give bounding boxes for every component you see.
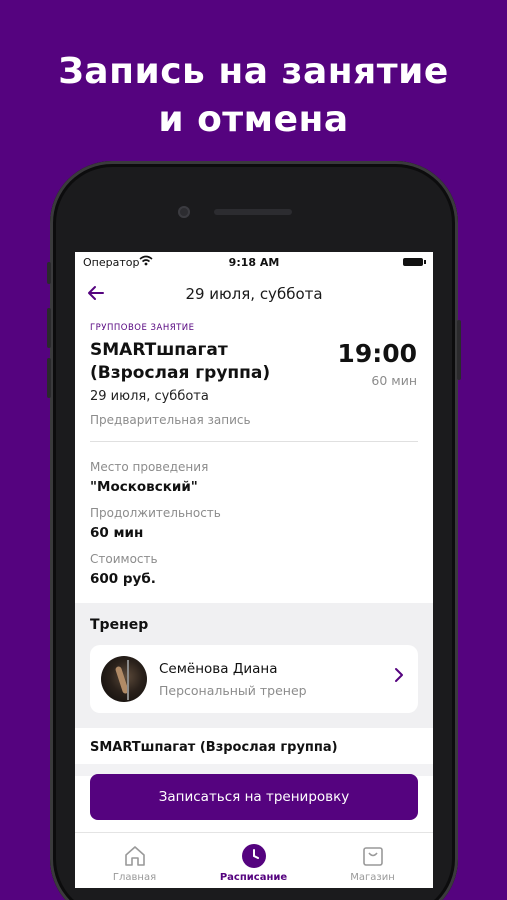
trainer-avatar <box>101 656 147 702</box>
tab-bar: Главная Расписание Магазин <box>75 832 433 888</box>
tab-home-label: Главная <box>112 872 157 883</box>
tab-schedule[interactable]: Расписание <box>194 833 313 888</box>
duration-value: 60 мин <box>90 525 144 541</box>
class-type-label: ГРУППОВОЕ ЗАНЯТИЕ <box>90 323 195 333</box>
tab-home[interactable]: Главная <box>75 833 194 888</box>
price-value: 600 руб. <box>90 571 156 587</box>
home-icon <box>122 843 148 869</box>
trainer-role: Персональный тренер <box>159 683 307 698</box>
promo-title: Запись на занятие и отмена <box>0 48 507 144</box>
trainer-card[interactable]: Семёнова Диана Персональный тренер <box>90 645 418 713</box>
duration-label: Продолжительность <box>90 506 221 520</box>
status-bar: Оператор 9:18 AM <box>75 252 433 272</box>
class-date: 29 июля, суббота <box>90 389 209 404</box>
nav-bar: 29 июля, суббота <box>75 274 433 314</box>
booking-type: Предварительная запись <box>90 413 251 427</box>
shopping-bag-icon <box>360 843 386 869</box>
status-time: 9:18 AM <box>228 256 280 269</box>
tab-shop[interactable]: Магазин <box>313 833 432 888</box>
earpiece-speaker <box>214 209 292 215</box>
promo-title-line2: и отмена <box>158 99 349 140</box>
book-training-button[interactable]: Записаться на тренировку <box>90 774 418 820</box>
battery-icon <box>403 258 426 266</box>
chevron-right-icon <box>394 667 404 688</box>
app-screen: Оператор 9:18 AM 29 июля, суббота ГРУППО… <box>75 252 433 888</box>
phone-side-button-volume-up <box>47 308 51 348</box>
promo-title-line1: Запись на занятие <box>58 51 449 92</box>
location-value: "Московский" <box>90 479 198 495</box>
trainer-name: Семёнова Диана <box>159 661 278 677</box>
phone-side-button-volume-down <box>47 358 51 398</box>
divider <box>90 441 418 442</box>
class-time: 19:00 <box>337 339 417 368</box>
front-camera <box>178 206 190 218</box>
trainer-section: Тренер Семёнова Диана Персональный трене… <box>75 603 433 728</box>
phone-side-button-power <box>457 320 461 380</box>
phone-side-button-mute <box>47 262 51 284</box>
tab-schedule-label: Расписание <box>219 872 288 883</box>
location-label: Место проведения <box>90 460 209 474</box>
clock-icon <box>241 843 267 869</box>
class-name: SMARTшпагат (Взрослая группа) <box>90 340 271 383</box>
footer-class-name: SMARTшпагат (Взрослая группа) <box>90 740 338 755</box>
trainer-section-title: Тренер <box>90 617 149 633</box>
class-duration: 60 мин <box>371 373 417 388</box>
nav-title: 29 июля, суббота <box>185 285 323 303</box>
tab-shop-label: Магазин <box>350 872 395 883</box>
price-label: Стоимость <box>90 552 158 566</box>
